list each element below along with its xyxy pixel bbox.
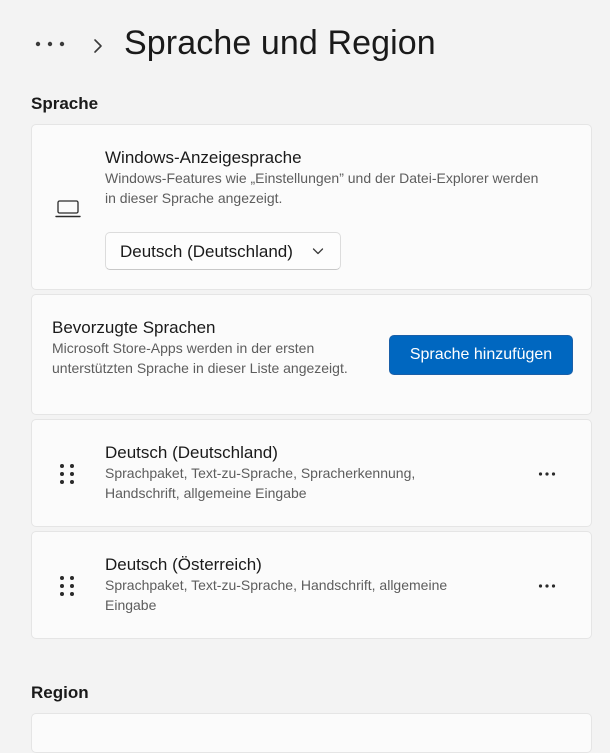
region-card — [31, 713, 592, 753]
preferred-languages-title: Bevorzugte Sprachen — [52, 318, 216, 337]
page-title: Sprache und Region — [124, 24, 436, 62]
language-name: Deutsch (Deutschland) — [105, 443, 278, 462]
language-features: Sprachpaket, Text-zu-Sprache, Handschrif… — [105, 577, 448, 613]
drag-handle-icon[interactable] — [58, 574, 76, 598]
language-list-item[interactable]: Deutsch (Österreich) Sprachpaket, Text-z… — [31, 531, 592, 639]
more-horizontal-icon — [35, 41, 65, 47]
section-title-language: Sprache — [31, 94, 99, 113]
display-language-title: Windows-Anzeigesprache — [105, 148, 302, 167]
language-name: Deutsch (Österreich) — [105, 555, 262, 574]
display-language-description: Windows-Features wie „Einstellungen” und… — [105, 170, 539, 206]
language-features: Sprachpaket, Text-zu-Sprache, Spracherke… — [105, 465, 416, 501]
chevron-down-icon — [312, 248, 324, 255]
display-language-dropdown[interactable]: Deutsch (Deutschland) — [105, 232, 341, 270]
preferred-languages-card: Bevorzugte Sprachen Microsoft Store-Apps… — [31, 294, 592, 415]
header: Sprache und Region — [0, 0, 610, 90]
preferred-languages-description: Microsoft Store-Apps werden in der erste… — [52, 340, 348, 376]
language-list-item[interactable]: Deutsch (Deutschland) Sprachpaket, Text-… — [31, 419, 592, 527]
chevron-right-icon — [94, 39, 102, 53]
section-title-region: Region — [31, 683, 89, 702]
breadcrumb-more-button[interactable] — [30, 30, 70, 58]
more-horizontal-icon — [538, 584, 556, 588]
add-language-button[interactable]: Sprache hinzufügen — [389, 335, 573, 375]
display-language-card: Windows-Anzeigesprache Windows-Features … — [31, 124, 592, 290]
laptop-icon — [55, 200, 81, 218]
drag-handle-icon[interactable] — [58, 462, 76, 486]
more-horizontal-icon — [538, 472, 556, 476]
language-options-button[interactable] — [530, 572, 564, 600]
display-language-selected: Deutsch (Deutschland) — [120, 242, 293, 261]
language-options-button[interactable] — [530, 460, 564, 488]
